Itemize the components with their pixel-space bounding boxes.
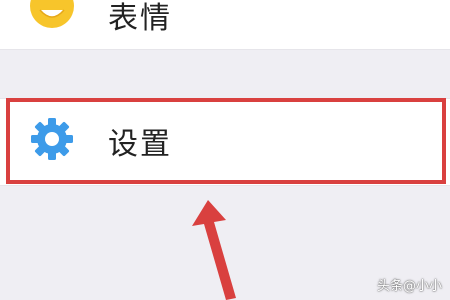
arrow-icon [192, 200, 236, 300]
highlight-box [6, 98, 446, 184]
menu-item-label: 表情 [108, 1, 172, 36]
menu-item-emoji[interactable]: 表情 [0, 0, 450, 50]
smiley-face-icon [28, 0, 76, 30]
watermark: 头条@小小 [376, 279, 442, 294]
